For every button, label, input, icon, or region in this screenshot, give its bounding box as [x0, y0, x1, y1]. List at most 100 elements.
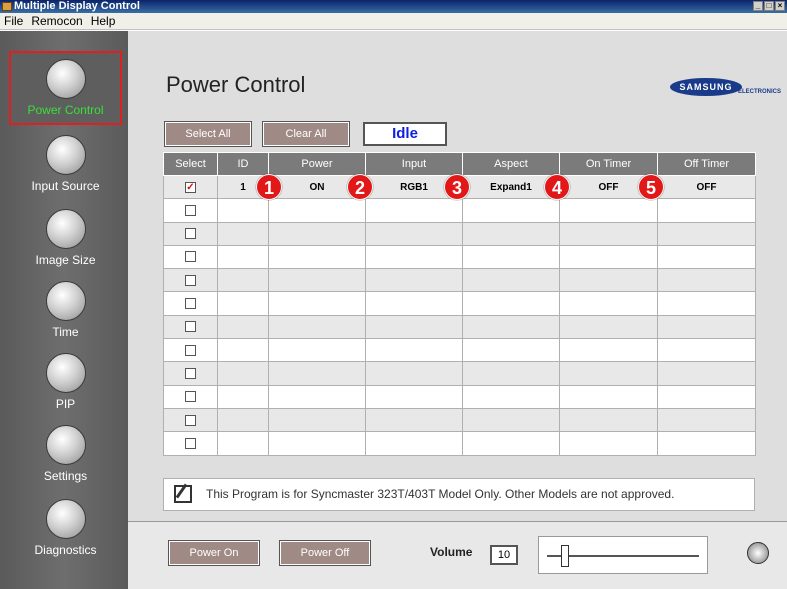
cell-on-timer [559, 221, 658, 246]
cell-power [268, 407, 366, 433]
close-button[interactable]: × [775, 1, 785, 11]
maximize-button[interactable]: □ [764, 1, 774, 11]
cell-off-timer [657, 407, 756, 433]
diagnostics-icon [45, 499, 86, 539]
sidebar-item-label: Input Source [31, 179, 100, 193]
cell-on-timer [559, 338, 658, 363]
volume-label: Volume [430, 545, 473, 559]
sidebar-item-label: Diagnostics [34, 543, 97, 557]
table-row[interactable] [163, 314, 756, 340]
marker-4: 4 [544, 174, 570, 200]
cell-aspect [462, 384, 560, 409]
table-row[interactable] [163, 268, 756, 293]
cell-input [365, 361, 463, 386]
table-row[interactable] [163, 338, 756, 363]
notice-text: This Program is for Syncmaster 323T/403T… [206, 487, 675, 501]
menu-file[interactable]: File [4, 13, 23, 29]
menu-bar: File Remocon Help [0, 13, 787, 30]
table-row[interactable] [163, 407, 756, 433]
col-select: Select [163, 152, 218, 176]
row-checkbox[interactable] [185, 251, 196, 263]
row-checkbox[interactable] [185, 321, 196, 333]
note-icon [174, 485, 192, 503]
sidebar-item-input-source[interactable]: Input Source [9, 129, 122, 203]
pip-icon [45, 353, 86, 393]
cell-power [268, 244, 366, 270]
sidebar-item-label: Power Control [27, 103, 104, 117]
table-row[interactable] [163, 384, 756, 409]
cell-power [268, 338, 366, 363]
table-row[interactable] [163, 198, 756, 223]
row-checkbox[interactable] [185, 437, 196, 449]
sidebar-item-pip[interactable]: PIP [9, 347, 122, 421]
app-icon [2, 2, 12, 11]
sidebar: Power Control Input Source Image Size Ti… [0, 31, 128, 589]
power-on-button[interactable]: Power On [168, 540, 260, 566]
cell-off-timer [657, 361, 756, 386]
table-row[interactable] [163, 244, 756, 270]
volume-value: 10 [490, 545, 518, 565]
sidebar-item-settings[interactable]: Settings [9, 419, 122, 493]
speaker-icon[interactable] [747, 542, 769, 564]
row-checkbox[interactable]: ✓ [185, 181, 196, 193]
table-row[interactable] [163, 361, 756, 386]
row-checkbox[interactable] [185, 204, 196, 216]
cell-input [365, 268, 463, 293]
cell-id [217, 291, 269, 316]
sidebar-item-label: Time [52, 325, 79, 339]
sidebar-item-power-control[interactable]: Power Control [9, 51, 122, 125]
minimize-button[interactable]: _ [753, 1, 763, 11]
sidebar-item-time[interactable]: Time [9, 275, 122, 349]
row-checkbox[interactable] [185, 367, 196, 379]
cell-aspect [462, 198, 560, 223]
select-cell [163, 384, 218, 409]
row-checkbox[interactable] [185, 274, 196, 286]
menu-help[interactable]: Help [91, 13, 116, 29]
table-row[interactable] [163, 221, 756, 246]
slider-thumb[interactable] [561, 545, 570, 567]
cell-aspect [462, 221, 560, 246]
cell-id [217, 384, 269, 409]
sidebar-item-image-size[interactable]: Image Size [9, 203, 122, 277]
cell-aspect [462, 361, 560, 386]
cell-power [268, 384, 366, 409]
row-checkbox[interactable] [185, 391, 196, 403]
cell-on-timer [559, 244, 658, 270]
cell-off-timer: OFF [657, 174, 756, 200]
menu-remocon[interactable]: Remocon [31, 13, 82, 29]
clear-all-button[interactable]: Clear All [262, 121, 350, 147]
window-controls: _ □ × [753, 1, 785, 11]
select-cell [163, 338, 218, 363]
row-checkbox[interactable] [185, 344, 196, 356]
power-control-icon [45, 59, 86, 99]
row-checkbox[interactable] [185, 414, 196, 426]
samsung-logo: SAMSUNG ELECTRONICS [670, 76, 781, 98]
cell-on-timer [559, 384, 658, 409]
cell-id [217, 221, 269, 246]
cell-off-timer [657, 291, 756, 316]
window-titlebar: Multiple Display Control _ □ × [0, 0, 787, 13]
table-row[interactable] [163, 291, 756, 316]
power-off-button[interactable]: Power Off [279, 540, 371, 566]
status-indicator: Idle [363, 122, 447, 146]
settings-icon [45, 425, 86, 465]
cell-input [365, 384, 463, 409]
cell-off-timer [657, 338, 756, 363]
logo-sub: ELECTRONICS [738, 89, 782, 95]
sidebar-item-diagnostics[interactable]: Diagnostics [9, 493, 122, 567]
select-cell [163, 361, 218, 386]
col-on-timer: On Timer [559, 152, 658, 176]
select-all-button[interactable]: Select All [164, 121, 252, 147]
sidebar-item-label: Image Size [35, 253, 96, 267]
col-power: Power [268, 152, 366, 176]
cell-aspect [462, 314, 560, 340]
volume-slider[interactable] [538, 536, 708, 574]
logo-brand: SAMSUNG [670, 78, 742, 96]
row-checkbox[interactable] [185, 228, 196, 240]
table-row[interactable] [163, 431, 756, 456]
col-off-timer: Off Timer [657, 152, 756, 176]
row-checkbox[interactable] [185, 298, 196, 310]
cell-power [268, 221, 366, 246]
cell-power [268, 361, 366, 386]
cell-power [268, 198, 366, 223]
